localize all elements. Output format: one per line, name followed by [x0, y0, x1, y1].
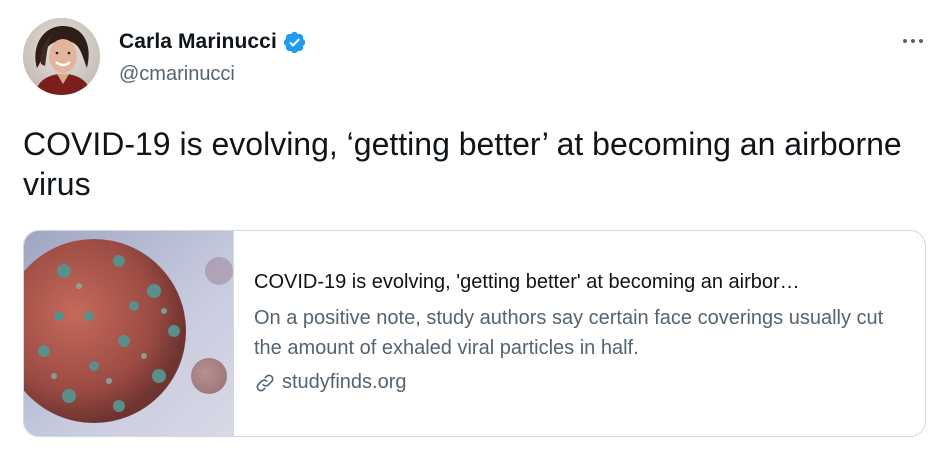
verified-badge-icon [282, 30, 307, 55]
card-body: COVID-19 is evolving, 'getting better' a… [254, 269, 904, 394]
display-name[interactable]: Carla Marinucci [119, 30, 277, 54]
more-options-icon[interactable] [898, 26, 928, 56]
name-row: Carla Marinucci [119, 27, 307, 57]
card-title: COVID-19 is evolving, 'getting better' a… [254, 271, 800, 293]
tweet-text: COVID-19 is evolving, ‘getting better’ a… [23, 126, 902, 202]
card-image [24, 231, 234, 436]
link-card[interactable]: COVID-19 is evolving, 'getting better' a… [23, 230, 926, 437]
author-info: Carla Marinucci @cmarinucci [119, 27, 307, 86]
card-domain-text: studyfinds.org [282, 371, 407, 393]
handle[interactable]: @cmarinucci [119, 63, 307, 86]
tweet-header: Carla Marinucci @cmarinucci [23, 18, 928, 98]
link-icon [254, 372, 276, 394]
tweet: Carla Marinucci @cmarinucci COVID-19 is … [0, 0, 948, 458]
avatar[interactable] [23, 18, 100, 95]
card-description: On a positive note, study authors say ce… [254, 307, 884, 359]
card-domain: studyfinds.org [254, 371, 904, 394]
